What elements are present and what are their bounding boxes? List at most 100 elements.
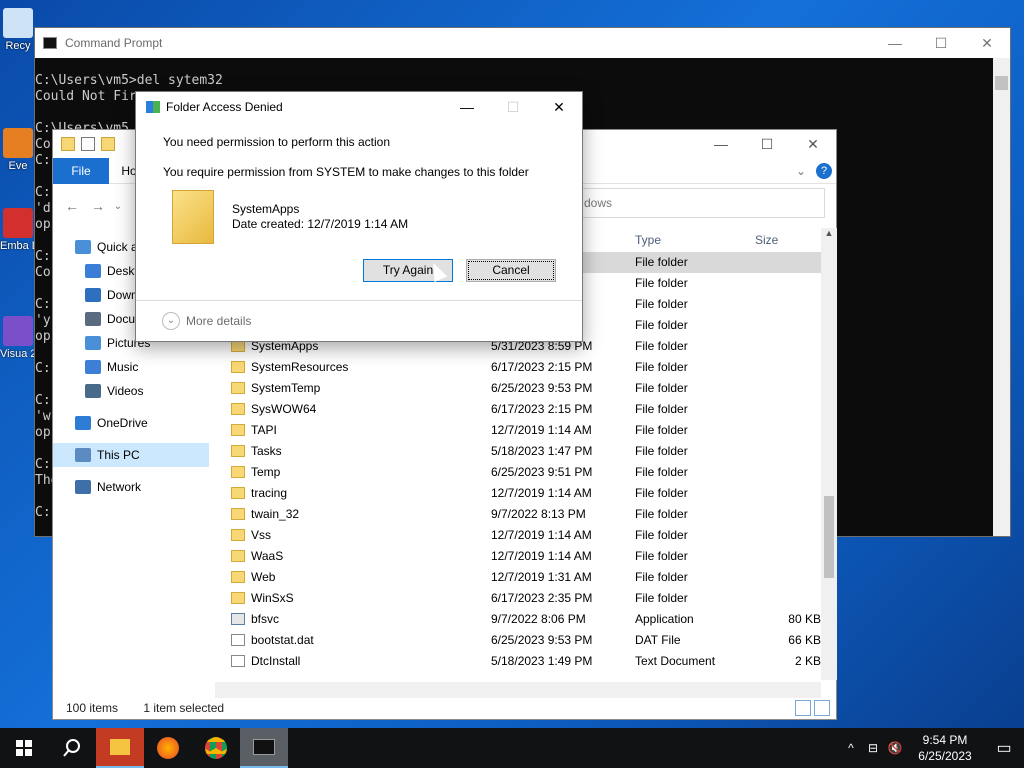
sidebar-item[interactable]: This PC [53,443,209,467]
sidebar-item-label: This PC [97,448,140,462]
scroll-thumb[interactable] [995,76,1008,90]
table-row[interactable]: tracing 12/7/2019 1:14 AM File folder [225,483,821,504]
chevron-down-icon: ⌄ [162,312,180,330]
folder-icon [231,550,245,562]
maximize-icon[interactable]: ☐ [744,136,790,153]
cancel-button[interactable]: Cancel [466,259,556,282]
sidebar-item[interactable]: Network [53,475,203,499]
cell-type: File folder [635,297,688,311]
more-details-toggle[interactable]: ⌄ More details [162,312,251,330]
status-bar: 100 items 1 item selected [53,697,836,719]
dialog-titlebar[interactable]: Folder Access Denied — ☐ ✕ [136,92,582,122]
column-header-type[interactable]: Type [635,228,661,252]
close-icon[interactable]: ✕ [790,136,836,153]
table-row[interactable]: SystemTemp 6/25/2023 9:53 PM File folder [225,378,821,399]
network-icon[interactable]: ⊟ [862,741,884,755]
taskbar-firefox[interactable] [144,728,192,768]
table-row[interactable]: WaaS 12/7/2019 1:14 AM File folder [225,546,821,567]
chevron-down-icon[interactable]: ⌄ [796,164,806,178]
close-icon[interactable]: ✕ [964,35,1010,52]
pictures-icon [85,336,101,350]
desktop-icon-embarcadero[interactable]: Emba Dev [0,208,36,280]
chevron-up-icon[interactable]: ^ [840,741,862,755]
folder-access-denied-dialog[interactable]: Folder Access Denied — ☐ ✕ You need perm… [135,91,583,342]
search-button[interactable] [48,728,96,768]
cell-date: 6/17/2023 2:15 PM [491,360,593,374]
cell-name: Vss [251,528,272,542]
volume-muted-icon[interactable]: 🔇 [884,741,906,755]
search-input[interactable]: dows [579,188,825,218]
sidebar-item-label: Docu [107,312,136,326]
cell-date: 9/7/2022 8:13 PM [491,507,586,521]
back-icon[interactable]: ← [59,198,85,214]
table-row[interactable]: WinSxS 6/17/2023 2:35 PM File folder [225,588,821,609]
music-icon [85,360,101,374]
tab-file[interactable]: File [53,157,109,184]
table-row[interactable]: TAPI 12/7/2019 1:14 AM File folder [225,420,821,441]
taskbar: ^ ⊟ 🔇 9:54 PM 6/25/2023 ▭ [0,728,1024,768]
firefox-icon [157,737,179,759]
desktop-icon-visual-studio[interactable]: Visua 2 [0,316,36,388]
taskbar-command-prompt[interactable] [240,728,288,768]
table-row[interactable]: Web 12/7/2019 1:31 AM File folder [225,567,821,588]
clock-time: 9:54 PM [922,733,968,747]
clock[interactable]: 9:54 PM 6/25/2023 [906,732,984,764]
table-row[interactable]: DtcInstall 5/18/2023 1:49 PM Text Document… [225,651,821,672]
sidebar-item[interactable]: Music [53,355,203,379]
forward-icon[interactable]: → [85,198,111,214]
help-icon[interactable]: ? [816,162,832,179]
maximize-icon: ☐ [506,98,520,115]
chrome-icon [205,737,227,759]
recent-dropdown-icon[interactable]: ⌄ [111,201,125,212]
table-row[interactable]: Tasks 5/18/2023 1:47 PM File folder [225,441,821,462]
scroll-up-icon[interactable]: ▲ [821,228,837,238]
file-move-icon [146,101,160,113]
cmd-scrollbar[interactable] [993,58,1010,536]
table-row[interactable]: SystemResources 6/17/2023 2:15 PM File fol… [225,357,821,378]
minimize-icon[interactable]: — [698,136,744,153]
close-icon[interactable]: ✕ [536,99,582,116]
sidebar-item-label: Deskt [107,264,138,278]
desktop-icon-label: Eve [8,160,28,172]
table-row[interactable]: bfsvc 9/7/2022 8:06 PM Application 80 KB [225,609,821,630]
large-icons-view-icon[interactable] [814,700,830,716]
cell-name: Web [251,570,276,584]
horizontal-scrollbar[interactable] [215,682,821,698]
app-icon [3,128,33,158]
minimize-icon[interactable]: — [444,99,490,116]
taskbar-file-explorer[interactable] [96,728,144,768]
new-folder-icon[interactable] [101,137,115,151]
document-icon [231,634,245,646]
column-header-size[interactable]: Size [755,228,778,252]
file-list-scrollbar[interactable]: ▲ [821,228,837,680]
cell-type: Application [635,612,694,626]
clock-date: 6/25/2023 [918,749,972,763]
minimize-icon[interactable]: — [872,35,918,52]
cell-type: File folder [635,381,688,395]
cell-type: File folder [635,570,688,584]
table-row[interactable]: SysWOW64 6/17/2023 2:15 PM File folder [225,399,821,420]
maximize-icon[interactable]: ☐ [918,35,964,52]
table-row[interactable]: bootstat.dat 6/25/2023 9:53 PM DAT File 66 … [225,630,821,651]
scroll-thumb[interactable] [824,496,834,578]
desktop-icon-recycle-bin[interactable]: Recy [0,8,36,68]
cell-type: File folder [635,339,688,353]
folder-icon[interactable] [61,137,75,151]
table-row[interactable]: Temp 6/25/2023 9:51 PM File folder [225,462,821,483]
cell-date: 6/25/2023 9:51 PM [491,465,593,479]
windows-logo-icon [16,740,32,756]
table-row[interactable]: twain_32 9/7/2022 8:13 PM File folder [225,504,821,525]
table-row[interactable]: Vss 12/7/2019 1:14 AM File folder [225,525,821,546]
cell-type: File folder [635,276,688,290]
cmd-titlebar[interactable]: Command Prompt — ☐ ✕ [35,28,1010,58]
folder-icon [231,508,245,520]
taskbar-chrome[interactable] [192,728,240,768]
desktop-icon-app[interactable]: Eve [0,128,36,188]
cell-size: 66 KB [788,633,821,647]
sidebar-item[interactable]: OneDrive [53,411,203,435]
start-button[interactable] [0,728,48,768]
properties-icon[interactable] [81,137,95,151]
sidebar-item[interactable]: Videos [53,379,203,403]
notification-icon[interactable]: ▭ [984,738,1024,758]
details-view-icon[interactable] [795,700,811,716]
